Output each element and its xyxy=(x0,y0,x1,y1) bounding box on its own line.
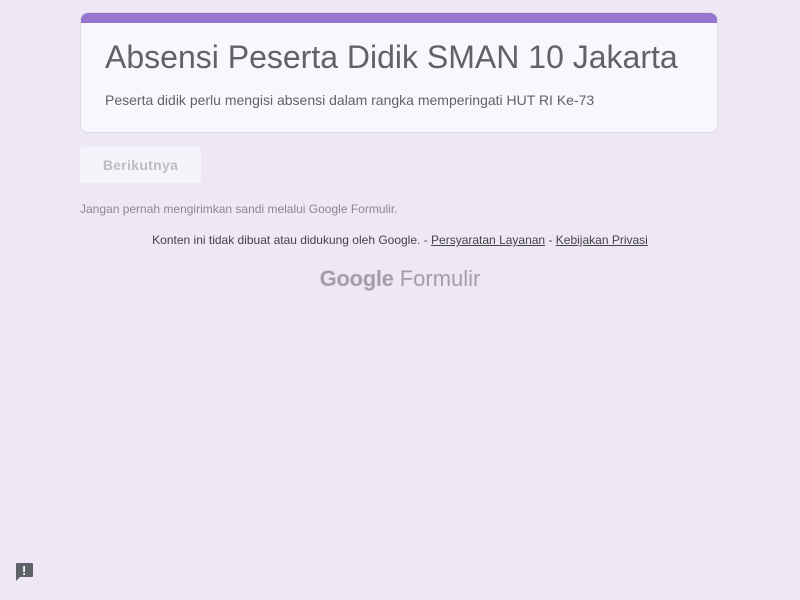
footer-disclaimer: Konten ini tidak dibuat atau didukung ol… xyxy=(0,233,800,247)
form-title: Absensi Peserta Didik SMAN 10 Jakarta xyxy=(105,39,678,75)
terms-link[interactable]: Persyaratan Layanan xyxy=(431,233,545,247)
footer-separator: - xyxy=(420,233,432,247)
form-header-card: Absensi Peserta Didik SMAN 10 Jakarta Pe… xyxy=(80,12,718,133)
form-description: Peserta didik perlu mengisi absensi dala… xyxy=(105,92,595,108)
logo-product-word: Formulir xyxy=(399,266,481,291)
report-abuse-icon xyxy=(16,563,33,581)
privacy-link[interactable]: Kebijakan Privasi xyxy=(556,233,648,247)
google-forms-logo[interactable]: Google Formulir xyxy=(0,266,800,292)
next-button[interactable]: Berikutnya xyxy=(80,147,201,183)
logo-google-word: Google xyxy=(319,266,394,291)
disclaimer-text: Konten ini tidak dibuat atau didukung ol… xyxy=(152,233,421,247)
password-warning: Jangan pernah mengirimkan sandi melalui … xyxy=(80,202,398,216)
report-abuse-button[interactable] xyxy=(13,561,35,583)
footer-separator: - xyxy=(545,233,556,247)
card-accent-bar xyxy=(81,13,717,23)
forms-page: Absensi Peserta Didik SMAN 10 Jakarta Pe… xyxy=(0,0,800,600)
